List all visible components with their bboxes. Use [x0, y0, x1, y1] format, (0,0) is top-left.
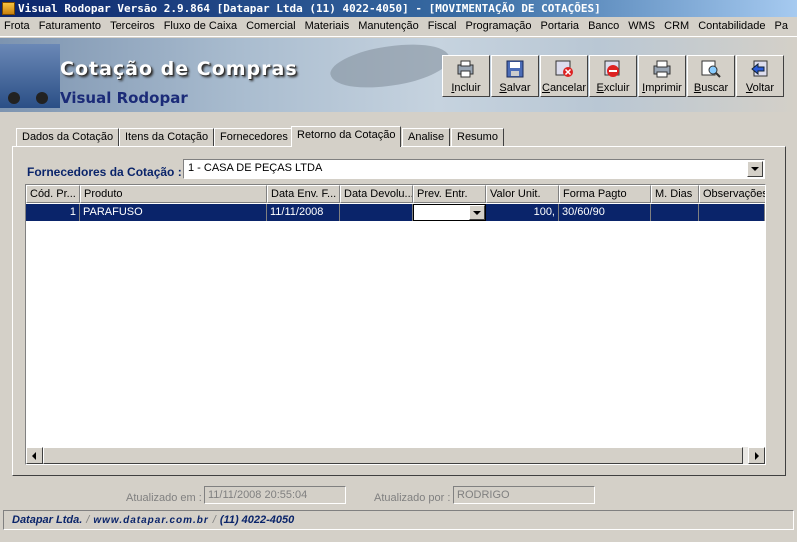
prev-entr-dropdown[interactable] — [413, 204, 486, 221]
menu-item-pa[interactable]: Pa — [771, 17, 793, 32]
window-titlebar: Visual Rodopar Versão 2.9.864 [Datapar L… — [0, 0, 797, 17]
atualizado-por-field: RODRIGO — [453, 486, 595, 504]
print-icon — [653, 60, 671, 78]
status-bar: Datapar Ltda. / www.datapar.com.br / (11) 40… — [3, 510, 794, 530]
cell-cod[interactable]: 1 — [26, 204, 80, 221]
menu-item-manutencao[interactable]: Manutenção — [354, 17, 424, 32]
menu-item-programacao[interactable]: Programação — [461, 17, 536, 32]
imprimir-button[interactable]: Imprimir — [638, 55, 686, 97]
cancel-icon — [555, 60, 573, 77]
cell-data-env[interactable]: 11/11/2008 — [267, 204, 340, 221]
cancelar-button[interactable]: Cancelar — [540, 55, 588, 97]
tab-fornecedores[interactable]: Fornecedores — [214, 128, 294, 146]
column-header-observacoes[interactable]: Observações — [699, 185, 765, 203]
table-row[interactable]: 1 PARAFUSO 11/11/2008 100, 30/60/90 — [26, 204, 765, 221]
footer-website: www.datapar.com.br — [93, 515, 209, 526]
buscar-label: Buscar — [693, 82, 729, 94]
cell-forma-pagto[interactable]: 30/60/90 — [559, 204, 651, 221]
cell-data-devolu[interactable] — [340, 204, 413, 221]
truck-image — [0, 44, 60, 108]
menu-item-crm[interactable]: CRM — [660, 17, 694, 32]
imprimir-label: Imprimir — [642, 82, 682, 94]
banner-title: Cotação de Compras — [60, 58, 298, 80]
menu-item-terceiros[interactable]: Terceiros — [106, 17, 160, 32]
tab-analise[interactable]: Analise — [402, 128, 451, 146]
menu-item-comercial[interactable]: Comercial — [242, 17, 301, 32]
column-header-produto[interactable]: Produto — [80, 185, 267, 203]
banner-subtitle: Visual Rodopar — [60, 89, 188, 107]
menu-item-faturamento[interactable]: Faturamento — [35, 17, 106, 32]
window-title: Visual Rodopar Versão 2.9.864 [Datapar L… — [18, 2, 601, 15]
incluir-button[interactable]: Incluir — [442, 55, 490, 97]
column-header-prev-entr[interactable]: Prev. Entr. — [413, 185, 486, 203]
tab-retorno-da-cotacao[interactable]: Retorno da Cotação — [291, 126, 402, 147]
column-header-cod[interactable]: Cód. Pr... — [26, 185, 80, 203]
cell-valor-unit[interactable]: 100, — [486, 204, 559, 221]
atualizado-em-field: 11/11/2008 20:55:04 — [204, 486, 346, 504]
salvar-button[interactable]: Salvar — [491, 55, 539, 97]
tab-resumo[interactable]: Resumo — [451, 128, 504, 146]
excluir-label: Excluir — [596, 82, 630, 94]
tab-itens-da-cotacao[interactable]: Itens da Cotação — [119, 128, 215, 146]
scrollbar-thumb[interactable] — [43, 447, 743, 464]
voltar-button[interactable]: Voltar — [736, 55, 784, 97]
atualizado-por-label: Atualizado por : — [374, 492, 451, 504]
horizontal-scrollbar[interactable] — [26, 447, 765, 464]
cell-produto[interactable]: PARAFUSO — [80, 204, 267, 221]
footer-separator: / — [86, 514, 90, 526]
menu-item-portaria[interactable]: Portaria — [537, 17, 585, 32]
menu-item-materiais[interactable]: Materiais — [301, 17, 355, 32]
incluir-label: Incluir — [451, 82, 481, 94]
fornecedores-select[interactable]: 1 - CASA DE PEÇAS LTDA — [183, 159, 765, 179]
fornecedores-label: Fornecedores da Cotação : — [27, 165, 182, 179]
chevron-down-icon[interactable] — [469, 205, 485, 220]
footer-phone: (11) 4022-4050 — [219, 514, 295, 526]
delete-icon — [604, 60, 620, 77]
cell-observacoes[interactable] — [699, 204, 765, 221]
menu-item-wms[interactable]: WMS — [624, 17, 660, 32]
menu-item-contabilidade[interactable]: Contabilidade — [694, 17, 770, 32]
footer-company: Datapar Ltda. — [12, 514, 83, 526]
voltar-label: Voltar — [745, 82, 775, 94]
plane-image — [327, 38, 453, 99]
menu-item-fluxo-de-caixa[interactable]: Fluxo de Caixa — [160, 17, 242, 32]
printer-add-icon — [457, 60, 474, 78]
footer-separator: / — [212, 514, 216, 526]
menu-item-fiscal[interactable]: Fiscal — [424, 17, 462, 32]
fornecedores-selected-value: 1 - CASA DE PEÇAS LTDA — [188, 162, 323, 174]
column-header-data-env[interactable]: Data Env. F... — [267, 185, 340, 203]
atualizado-em-label: Atualizado em : — [126, 492, 202, 504]
menu-item-banco[interactable]: Banco — [584, 17, 624, 32]
column-header-valor-unit[interactable]: Valor Unit. — [486, 185, 559, 203]
scroll-right-icon[interactable] — [748, 447, 765, 464]
cancelar-label: Cancelar — [541, 82, 587, 94]
column-header-data-devolu[interactable]: Data Devolu... — [340, 185, 413, 203]
save-icon — [506, 60, 524, 78]
excluir-button[interactable]: Excluir — [589, 55, 637, 97]
menu-item-frota[interactable]: Frota — [0, 17, 35, 32]
chevron-down-icon[interactable] — [747, 161, 763, 177]
column-header-m-dias[interactable]: M. Dias — [651, 185, 699, 203]
retorno-grid[interactable]: Cód. Pr... Produto Data Env. F... Data D… — [25, 184, 766, 465]
cell-m-dias[interactable] — [651, 204, 699, 221]
app-icon — [2, 2, 15, 15]
back-icon — [751, 60, 768, 77]
tab-dados-da-cotacao[interactable]: Dados da Cotação — [16, 128, 120, 146]
menu-bar: Frota Faturamento Terceiros Fluxo de Caixa C… — [0, 17, 797, 37]
status-area: Atualizado em : 11/11/2008 20:55:04 Atua… — [12, 482, 786, 508]
scroll-left-icon[interactable] — [26, 447, 43, 464]
search-icon — [701, 60, 721, 78]
salvar-label: Salvar — [499, 82, 531, 94]
buscar-button[interactable]: Buscar — [687, 55, 735, 97]
column-header-forma-pagto[interactable]: Forma Pagto — [559, 185, 651, 203]
